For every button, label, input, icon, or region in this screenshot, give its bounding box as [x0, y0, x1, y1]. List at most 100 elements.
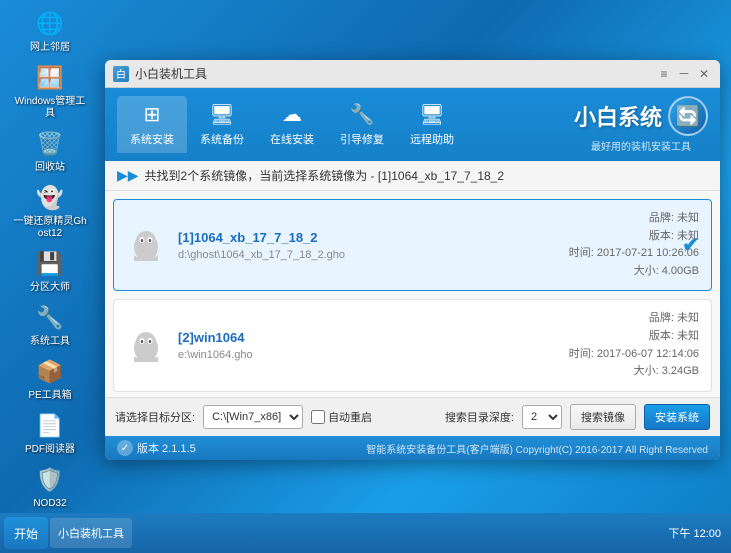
subheader: ▶▶ 共找到2个系统镜像，当前选择系统镜像为 - [1]1064_xb_17_7…: [105, 161, 720, 191]
copyright-text: 智能系统安装备份工具(客户端版) Copyright(C) 2016-2017 …: [366, 441, 708, 456]
start-button[interactable]: 开始: [4, 517, 48, 549]
search-depth-select[interactable]: 2 1 3: [522, 405, 562, 429]
app-title: 小白装机工具: [135, 65, 207, 82]
search-image-button[interactable]: 搜索镜像: [570, 404, 636, 430]
desktop-icon-panel: 🌐 网上邻居 🪟 Windows管理工具 🗑️ 回收站 👻 一键还原精灵Ghos…: [0, 0, 100, 553]
desktop-icon-recyclebin[interactable]: 🗑️ 回收站: [10, 125, 90, 177]
image-time-2: 时间: 2017-06-07 12:14:06: [569, 346, 699, 364]
online-install-label: 在线安装: [270, 131, 314, 147]
target-partition-label: 请选择目标分区:: [115, 409, 195, 425]
brand-logo: 小白系统 🔄: [574, 96, 708, 136]
desktop-icon-ghost[interactable]: 👻 一键还原精灵Ghost12: [10, 179, 90, 243]
network-label: 网上邻居: [30, 42, 70, 54]
windows-label: Windows管理工具: [13, 96, 87, 120]
tools-label: 系统工具: [30, 336, 70, 348]
title-bar-left: 白 小白装机工具: [113, 65, 207, 82]
remote-help-label: 远程助助: [410, 131, 454, 147]
image-item-1[interactable]: [1]1064_xb_17_7_18_2 d:\ghost\1064_xb_17…: [113, 199, 712, 291]
desktop-icon-windows[interactable]: 🪟 Windows管理工具: [10, 59, 90, 123]
system-backup-label: 系统备份: [200, 131, 244, 147]
desktop-icon-nod32[interactable]: 🛡️ NOD32: [10, 461, 90, 513]
nod32-label: NOD32: [33, 498, 66, 510]
taskbar-app-label: 小白装机工具: [58, 525, 124, 541]
pe-icon: 📦: [34, 356, 66, 388]
menu-button[interactable]: ≡: [656, 66, 672, 82]
image-version-2: 版本: 未知: [569, 328, 699, 346]
close-button[interactable]: ✕: [696, 66, 712, 82]
system-install-icon: ⊞: [144, 102, 161, 127]
image-time-1: 时间: 2017-07-21 10:26:06: [569, 245, 699, 263]
image-info-2: [2]win1064 e:\win1064.gho: [178, 330, 569, 361]
image-size-2: 大小: 3.24GB: [569, 363, 699, 381]
remote-help-icon: 🖥: [419, 102, 444, 127]
image-item-2[interactable]: [2]win1064 e:\win1064.gho 品牌: 未知 版本: 未知 …: [113, 299, 712, 391]
subheader-arrow-icon: ▶▶: [117, 167, 139, 184]
taskbar-app-item[interactable]: 小白装机工具: [50, 518, 132, 548]
tab-remote-help[interactable]: 🖥 远程助助: [397, 96, 467, 153]
version-label: 版本 2.1.1.5: [137, 440, 196, 456]
auto-restart-label: 自动重启: [328, 409, 372, 425]
install-system-button[interactable]: 安装系统: [644, 404, 710, 430]
pe-label: PE工具箱: [28, 390, 71, 402]
subheader-text: 共找到2个系统镜像，当前选择系统镜像为 - [1]1064_xb_17_7_18…: [145, 167, 504, 184]
desktop-icon-pdf[interactable]: 📄 PDF阅读器: [10, 407, 90, 459]
taskbar: 开始 小白装机工具 下午 12:00: [0, 513, 731, 553]
ghost-image-icon-2: [126, 326, 166, 366]
ghost-icon: 👻: [34, 182, 66, 214]
image-size-1: 大小: 4.00GB: [569, 263, 699, 281]
version-icon: ✓: [117, 440, 133, 456]
image-brand-2: 品牌: 未知: [569, 310, 699, 328]
desktop-icon-partition[interactable]: 💾 分区大师: [10, 245, 90, 297]
tab-online-install[interactable]: ☁ 在线安装: [257, 96, 327, 153]
clock-display: 下午 12:00: [668, 525, 721, 541]
image-name-1: [1]1064_xb_17_7_18_2: [178, 230, 569, 245]
image-brand-1: 品牌: 未知: [569, 210, 699, 228]
boot-repair-icon: 🔧: [350, 102, 375, 127]
desktop-icon-pe[interactable]: 📦 PE工具箱: [10, 353, 90, 405]
app-header: ⊞ 系统安装 🖥 系统备份 ☁ 在线安装 🔧 引导修复 🖥 远程助助: [105, 88, 720, 161]
desktop-icon-tools[interactable]: 🔧 系统工具: [10, 299, 90, 351]
windows-icon: 🪟: [34, 62, 66, 94]
auto-restart-area: 自动重启: [311, 409, 372, 425]
system-install-label: 系统安装: [130, 131, 174, 147]
app-window: 白 小白装机工具 ≡ － ✕ ⊞ 系统安装 🖥 系统备份: [105, 60, 720, 460]
brand-area: 小白系统 🔄 最好用的装机安装工具: [574, 96, 708, 161]
version-area: ✓ 版本 2.1.1.5: [117, 440, 196, 456]
tab-system-backup[interactable]: 🖥 系统备份: [187, 96, 257, 153]
desktop-icon-network[interactable]: 🌐 网上邻居: [10, 5, 90, 57]
system-backup-icon: 🖥: [209, 102, 234, 127]
brand-subtitle: 最好用的装机安装工具: [591, 138, 691, 153]
tab-system-install[interactable]: ⊞ 系统安装: [117, 96, 187, 153]
network-icon: 🌐: [34, 8, 66, 40]
brand-name: 小白系统: [574, 100, 662, 132]
ghost-label: 一键还原精灵Ghost12: [13, 216, 87, 240]
brand-icon: 🔄: [668, 96, 708, 136]
auto-restart-checkbox[interactable]: [311, 410, 325, 424]
bottom-bar: 请选择目标分区: C:\[Win7_x86] 自动重启 搜索目录深度: 2 1 …: [105, 397, 720, 436]
partition-icon: 💾: [34, 248, 66, 280]
online-install-icon: ☁: [282, 102, 302, 127]
pdf-icon: 📄: [34, 410, 66, 442]
target-partition-select[interactable]: C:\[Win7_x86]: [203, 405, 303, 429]
boot-repair-label: 引导修复: [340, 131, 384, 147]
minimize-button[interactable]: －: [676, 66, 692, 82]
search-depth-label: 搜索目录深度:: [445, 409, 514, 425]
tools-icon: 🔧: [34, 302, 66, 334]
title-bar: 白 小白装机工具 ≡ － ✕: [105, 60, 720, 88]
image-info-1: [1]1064_xb_17_7_18_2 d:\ghost\1064_xb_17…: [178, 230, 569, 261]
image-path-1: d:\ghost\1064_xb_17_7_18_2.gho: [178, 249, 569, 261]
footer-bar: ✓ 版本 2.1.1.5 智能系统安装备份工具(客户端版) Copyright(…: [105, 436, 720, 460]
tab-boot-repair[interactable]: 🔧 引导修复: [327, 96, 397, 153]
ghost-image-icon-1: [126, 225, 166, 265]
image-meta-1: 品牌: 未知 版本: 未知 时间: 2017-07-21 10:26:06 大小…: [569, 210, 699, 280]
image-path-2: e:\win1064.gho: [178, 349, 569, 361]
nod32-icon: 🛡️: [34, 464, 66, 496]
image-name-2: [2]win1064: [178, 330, 569, 345]
system-tray: 下午 12:00: [668, 525, 727, 541]
nav-tabs: ⊞ 系统安装 🖥 系统备份 ☁ 在线安装 🔧 引导修复 🖥 远程助助: [117, 96, 467, 153]
title-bar-controls: ≡ － ✕: [656, 66, 712, 82]
pdf-label: PDF阅读器: [25, 444, 75, 456]
image-version-1: 版本: 未知: [569, 228, 699, 246]
desktop: 🌐 网上邻居 🪟 Windows管理工具 🗑️ 回收站 👻 一键还原精灵Ghos…: [0, 0, 731, 553]
selected-checkmark-1: ✔: [682, 233, 699, 258]
